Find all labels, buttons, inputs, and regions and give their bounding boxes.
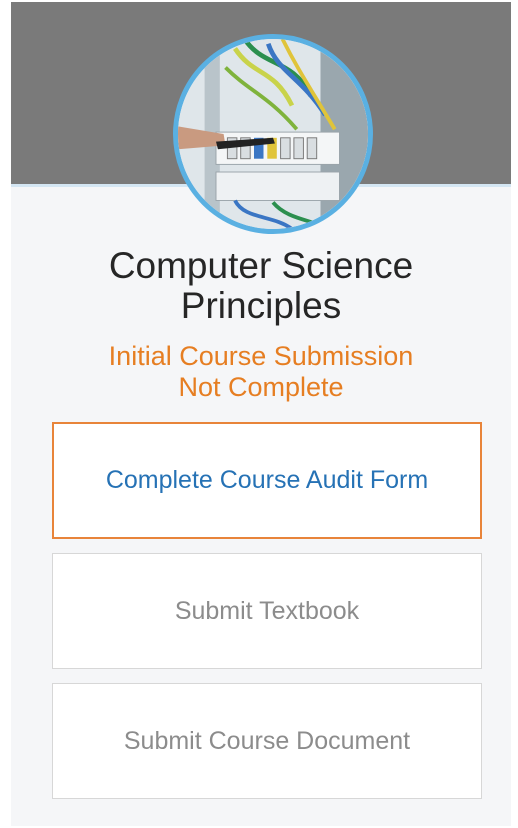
course-image-icon xyxy=(173,34,373,234)
submit-course-document-button[interactable]: Submit Course Document xyxy=(52,683,482,799)
submit-textbook-label: Submit Textbook xyxy=(174,596,360,625)
course-title: Computer Science Principles xyxy=(11,246,511,326)
submit-textbook-button[interactable]: Submit Textbook xyxy=(52,553,482,669)
complete-audit-form-label: Complete Course Audit Form xyxy=(105,466,429,494)
status-text: Initial Course Submission Not Complete xyxy=(11,341,511,403)
course-title-line2: Principles xyxy=(180,285,342,326)
course-card: Computer Science Principles Initial Cour… xyxy=(11,2,511,826)
server-rack-cables-icon xyxy=(178,39,368,229)
course-title-line1: Computer Science xyxy=(108,245,414,286)
submit-course-document-label: Submit Course Document xyxy=(123,726,411,755)
status-line1: Initial Course Submission xyxy=(108,341,414,371)
status-line2: Not Complete xyxy=(178,372,344,402)
complete-audit-form-button[interactable]: Complete Course Audit Form xyxy=(52,422,482,539)
